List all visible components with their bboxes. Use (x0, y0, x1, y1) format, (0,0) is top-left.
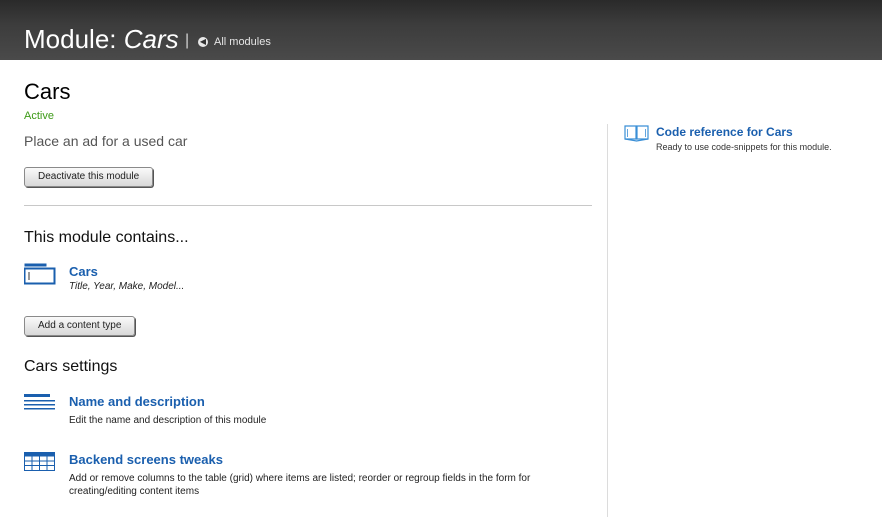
deactivate-module-button[interactable]: Deactivate this module (24, 167, 154, 187)
status-text: Active (24, 110, 54, 122)
circle-arrow-left-icon: ◀ (198, 37, 208, 47)
page-title: Cars (24, 79, 71, 104)
code-reference-text: Ready to use code-snippets for this modu… (656, 142, 832, 152)
sidebar-divider (607, 124, 608, 517)
settings-section-title: Cars settings (24, 358, 118, 375)
backend-tweaks-text: Add or remove columns to the table (grid… (69, 473, 531, 497)
contains-section-title: This module contains... (24, 229, 189, 246)
top-header-bar: Module: Cars | ◀ All modules (0, 0, 882, 60)
text-lines-icon (24, 394, 55, 410)
content-type-link-cars[interactable]: Cars (69, 264, 98, 279)
content-type-fields: Title, Year, Make, Model... (69, 281, 185, 292)
header-separator: | (185, 32, 190, 49)
module-description: Place an ad for a used car (24, 133, 188, 149)
backend-tweaks-link[interactable]: Backend screens tweaks (69, 452, 223, 467)
code-reference-link[interactable]: Code reference for Cars (656, 125, 793, 139)
open-book-icon (624, 125, 649, 142)
content-type-icon (24, 263, 56, 285)
section-divider (24, 205, 592, 206)
name-description-link[interactable]: Name and description (69, 394, 205, 409)
grid-table-icon (24, 452, 55, 471)
all-modules-link[interactable]: ◀ All modules (198, 36, 271, 48)
module-header-title: Module: Cars (24, 24, 179, 54)
name-description-text: Edit the name and description of this mo… (69, 415, 267, 426)
title-prefix: Module: (24, 24, 124, 54)
add-content-type-button[interactable]: Add a content type (24, 316, 136, 336)
title-module-name: Cars (123, 24, 179, 54)
all-modules-label: All modules (214, 36, 271, 48)
